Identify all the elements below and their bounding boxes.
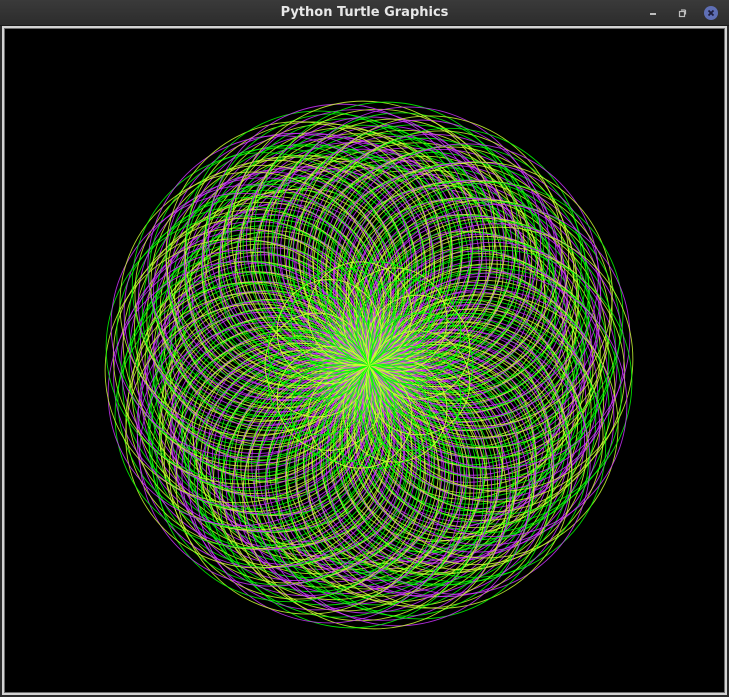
close-icon	[704, 6, 718, 20]
restore-icon	[678, 9, 687, 18]
turtle-canvas-frame	[4, 28, 725, 693]
close-button[interactable]	[703, 5, 719, 21]
app-window: Python Turtle Graphics	[0, 0, 729, 697]
turtle-canvas[interactable]	[5, 29, 724, 692]
minimize-button[interactable]	[645, 5, 661, 21]
title-bar[interactable]: Python Turtle Graphics	[0, 0, 729, 26]
window-title: Python Turtle Graphics	[280, 5, 449, 20]
minimize-icon	[650, 13, 656, 15]
restore-button[interactable]	[674, 5, 690, 21]
window-client-area	[2, 26, 727, 695]
spirograph-drawing	[104, 100, 634, 630]
